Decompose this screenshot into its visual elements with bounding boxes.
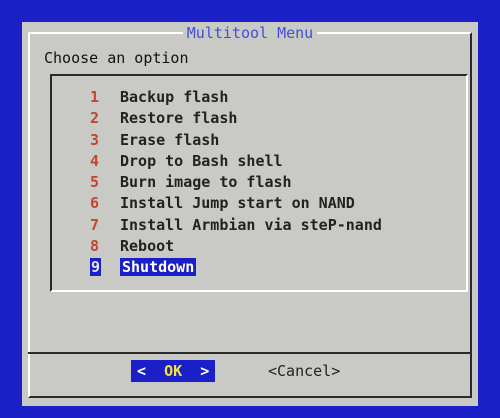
dialog-prompt: Choose an option [44, 49, 189, 67]
menu-item-tag: 3 [90, 130, 100, 149]
ok-button[interactable]: < OK > [131, 360, 216, 382]
menu-item-label: Burn image to flash [120, 173, 292, 192]
menu-dialog: Multitool Menu Choose an option 1 Backup … [22, 22, 478, 406]
menu-item-label: Install Jump start on NAND [120, 194, 355, 213]
menu-item-tag: 7 [90, 215, 100, 234]
menu-item-install-armbian[interactable]: 7 Install Armbian via steP-nand [90, 215, 382, 236]
menu-item-erase-flash[interactable]: 3 Erase flash [90, 130, 382, 151]
menu-item-backup-flash[interactable]: 1 Backup flash [90, 87, 382, 108]
menu-item-label: Drop to Bash shell [120, 151, 283, 170]
menu-item-label: Shutdown [120, 258, 197, 277]
menu-item-install-jump-start[interactable]: 6 Install Jump start on NAND [90, 193, 382, 214]
menu-item-label: Reboot [120, 237, 175, 256]
terminal-screen: Multitool Menu Choose an option 1 Backup … [0, 0, 500, 418]
menu-item-tag: 5 [90, 173, 100, 192]
ok-right-bracket: > [200, 362, 210, 380]
dialog-title-bar: Multitool Menu [22, 24, 478, 42]
menu-item-tag: 8 [90, 237, 100, 256]
menu-item-tag: 6 [90, 194, 100, 213]
ok-left-bracket: < [137, 362, 147, 380]
ok-label: OK [164, 362, 183, 380]
menu-item-tag: 4 [90, 151, 100, 170]
menu-item-reboot[interactable]: 8 Reboot [90, 236, 382, 257]
menu-item-label: Restore flash [120, 109, 238, 128]
button-bar-divider [28, 352, 472, 354]
menu-list: 1 Backup flash 2 Restore flash 3 Erase flas… [90, 87, 382, 279]
menu-item-shutdown[interactable]: 9 Shutdown [90, 257, 382, 278]
menu-item-tag: 2 [90, 109, 100, 128]
menu-item-tag: 1 [90, 88, 100, 106]
menu-item-restore-flash[interactable]: 2 Restore flash [90, 108, 382, 129]
menu-item-tag: 9 [90, 258, 102, 277]
cancel-button[interactable]: <Cancel> [268, 360, 340, 382]
menu-item-drop-to-bash[interactable]: 4 Drop to Bash shell [90, 151, 382, 172]
menu-item-label: Backup flash [120, 88, 229, 106]
menu-box: 1 Backup flash 2 Restore flash 3 Erase flas… [50, 74, 468, 292]
dialog-title: Multitool Menu [182, 24, 318, 42]
menu-item-label: Install Armbian via steP-nand [120, 215, 382, 234]
menu-item-label: Erase flash [120, 130, 220, 149]
menu-item-burn-image[interactable]: 5 Burn image to flash [90, 172, 382, 193]
